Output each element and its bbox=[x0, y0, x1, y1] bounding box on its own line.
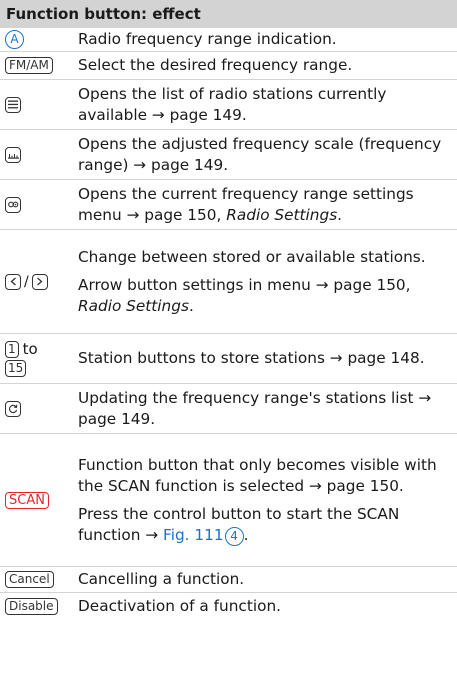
row-note: Arrow button settings in menu → page 150… bbox=[78, 275, 411, 315]
row-description: Deactivation of a function. bbox=[78, 596, 282, 615]
frequency-scale-icon[interactable] bbox=[5, 146, 21, 163]
row-note: Press the control button to start the SC… bbox=[78, 504, 400, 546]
station-list-icon[interactable] bbox=[5, 96, 21, 113]
range-indicator-icon: A bbox=[5, 30, 24, 49]
settings-icon[interactable] bbox=[5, 196, 21, 213]
row-description: Opens the list of radio stations current… bbox=[78, 84, 387, 124]
separator-text: / bbox=[24, 273, 29, 290]
station-button-1[interactable]: 1 bbox=[5, 340, 19, 358]
function-table: Function button: effect A Radio frequenc… bbox=[0, 0, 457, 619]
table-row: FM/AM Select the desired frequency range… bbox=[0, 52, 457, 80]
table-header: Function button: effect bbox=[0, 0, 457, 28]
disable-button[interactable]: Disable bbox=[5, 597, 58, 615]
row-description: Updating the frequency range's stations … bbox=[78, 388, 432, 428]
scan-button[interactable]: SCAN bbox=[5, 491, 49, 509]
station-button-15[interactable]: 15 bbox=[5, 360, 27, 377]
cancel-button[interactable]: Cancel bbox=[5, 571, 54, 588]
table-row: 1 to 15 Station buttons to store station… bbox=[0, 334, 457, 384]
table-row: Opens the list of radio stations current… bbox=[0, 80, 457, 130]
table-row: Cancel Cancelling a function. bbox=[0, 567, 457, 593]
figure-link[interactable]: Fig. 111 bbox=[163, 526, 224, 544]
row-description: Radio frequency range indication. bbox=[78, 30, 337, 48]
table-row: Updating the frequency range's stations … bbox=[0, 384, 457, 434]
row-description: Change between stored or available stati… bbox=[78, 247, 426, 266]
row-description: Cancelling a function. bbox=[78, 570, 245, 588]
table-row: SCAN Function button that only becomes v… bbox=[0, 434, 457, 567]
row-description: Function button that only becomes visi­b… bbox=[78, 455, 437, 495]
table-row: Opens the current frequency range set­ti… bbox=[0, 180, 457, 230]
row-description: Opens the current frequency range set­ti… bbox=[78, 184, 414, 224]
arrow-right-icon[interactable] bbox=[31, 273, 48, 290]
row-description: Station buttons to store stations → page… bbox=[78, 349, 425, 367]
fm-am-button[interactable]: FM/AM bbox=[5, 57, 53, 74]
table-row: A Radio frequency range indication. bbox=[0, 28, 457, 52]
figure-callout: 4 bbox=[224, 526, 244, 546]
row-description: Opens the adjusted frequency scale (freq… bbox=[78, 134, 442, 174]
arrow-left-icon[interactable] bbox=[5, 273, 21, 290]
table-row: Opens the adjusted frequency scale (freq… bbox=[0, 130, 457, 180]
table-row: Disable Deactivation of a function. bbox=[0, 593, 457, 619]
refresh-icon[interactable] bbox=[5, 400, 21, 417]
to-label: to bbox=[22, 340, 38, 358]
row-description: Select the desired frequency range. bbox=[78, 56, 353, 74]
table-row: / Change between stored or available sta… bbox=[0, 230, 457, 334]
